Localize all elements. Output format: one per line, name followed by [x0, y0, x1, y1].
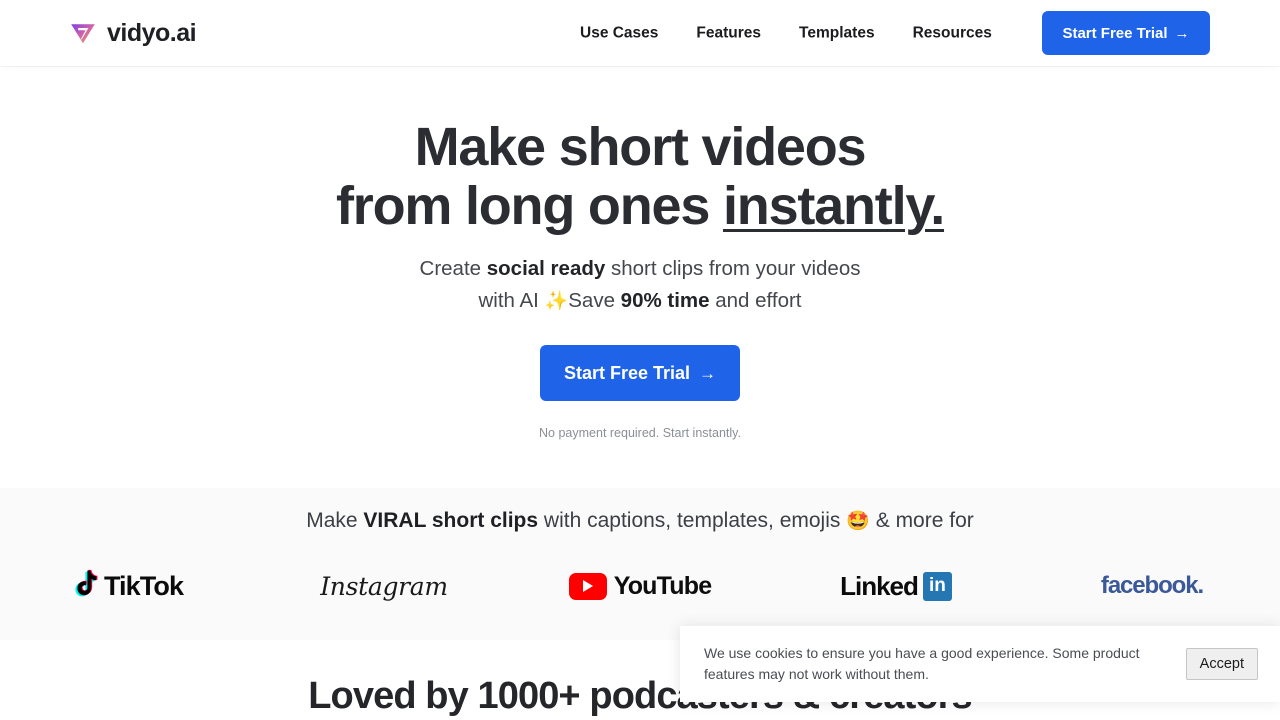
hero-sub-part-3: with AI	[478, 289, 545, 312]
hero-no-payment-note: No payment required. Start instantly.	[539, 426, 741, 440]
youtube-wordmark: YouTube	[613, 571, 712, 600]
hero-sub-part-4: Save	[568, 289, 621, 312]
hero-sub-part-5: and effort	[709, 289, 802, 312]
hero-title-line-1: Make short videos	[414, 117, 867, 177]
social-platforms-band: Make VIRAL short clips with captions, te…	[0, 488, 1280, 640]
nav-item-features[interactable]: Features	[696, 19, 761, 47]
nav-item-templates[interactable]: Templates	[799, 19, 875, 47]
brand-name: vidyo.ai	[107, 18, 197, 47]
linkedin-in-badge-icon: in	[922, 571, 952, 601]
cookie-accept-button[interactable]: Accept	[1185, 647, 1258, 681]
vidyo-triangle-play-logo-icon	[68, 18, 98, 48]
hero-title-emphasis: instantly.	[722, 176, 945, 236]
cookie-message: We use cookies to ensure you have a good…	[704, 645, 1140, 682]
arrow-right-icon: →	[699, 363, 717, 383]
linkedin-logo: Linked in	[840, 571, 952, 601]
cookie-consent-banner: We use cookies to ensure you have a good…	[680, 626, 1280, 702]
hero-sub-bold-social-ready: social ready	[486, 257, 606, 280]
platform-logo-instagram: Instagram	[256, 556, 512, 616]
nav-item-use-cases[interactable]: Use Cases	[580, 19, 658, 47]
platform-logo-linkedin: Linked in	[768, 556, 1024, 616]
main-nav: Use Cases Features Templates Resources	[580, 19, 992, 47]
hero-section: Make short videos from long ones instant…	[0, 66, 1280, 488]
band-part-3: & more for	[869, 509, 974, 532]
band-part-1: Make	[306, 509, 364, 532]
landing-page: vidyo.ai Use Cases Features Templates Re…	[0, 0, 1280, 720]
hero-sub-part-2: short clips from your videos	[605, 257, 861, 280]
nav-item-resources[interactable]: Resources	[913, 19, 992, 47]
hero-start-free-trial-button[interactable]: Start Free Trial →	[540, 345, 740, 401]
facebook-wordmark: facebook.	[1100, 572, 1204, 599]
tiktok-logo: TikTok	[73, 569, 184, 604]
linkedin-wordmark: Linked	[840, 571, 919, 601]
hero-sub-part-1: Create	[419, 257, 487, 280]
social-band-headline: Make VIRAL short clips with captions, te…	[0, 506, 1280, 537]
star-struck-emoji-icon: 🤩	[846, 511, 870, 532]
youtube-play-badge-icon	[568, 572, 607, 600]
site-header: vidyo.ai Use Cases Features Templates Re…	[0, 0, 1280, 66]
hero-cta-label: Start Free Trial	[563, 363, 691, 383]
header-cta-label: Start Free Trial	[1062, 24, 1168, 42]
youtube-logo: YouTube	[568, 571, 712, 600]
tiktok-note-icon	[73, 569, 101, 604]
arrow-right-icon: →	[1174, 24, 1190, 42]
hero-title: Make short videos from long ones instant…	[0, 118, 1280, 236]
hero-title-line-2-plain: from long ones	[335, 176, 723, 236]
tiktok-wordmark: TikTok	[103, 570, 184, 601]
platform-logo-row: TikTok Instagram YouTube Linked in faceb…	[0, 556, 1280, 616]
sparkles-icon: ✨	[544, 291, 569, 312]
platform-logo-tiktok: TikTok	[0, 556, 256, 616]
hero-sub-bold-90-percent: 90% time	[620, 289, 710, 312]
platform-logo-youtube: YouTube	[512, 556, 768, 616]
band-bold-viral-short-clips: VIRAL short clips	[363, 509, 539, 532]
hero-subtitle: Create social ready short clips from you…	[0, 253, 1280, 318]
brand-logo-link[interactable]: vidyo.ai	[68, 18, 197, 48]
instagram-wordmark: Instagram	[320, 571, 448, 601]
header-start-free-trial-button[interactable]: Start Free Trial →	[1042, 11, 1210, 55]
band-part-2: with captions, templates, emojis	[538, 509, 847, 532]
platform-logo-facebook: facebook.	[1024, 556, 1280, 616]
